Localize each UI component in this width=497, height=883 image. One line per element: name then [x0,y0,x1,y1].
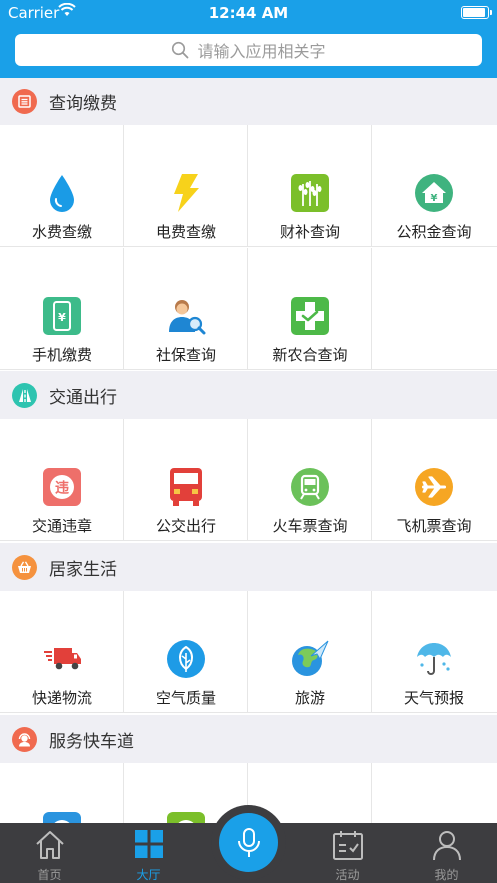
section-header-query-pay: 查询缴费 [0,78,497,125]
section-header-transport: 交通出行 [0,372,497,419]
app-label: 飞机票查询 [396,517,472,535]
app-label: 新农合查询 [272,346,348,364]
section-title: 居家生活 [49,560,117,580]
section-header-home-life: 居家生活 [0,544,497,591]
tab-activity[interactable]: 活动 [298,823,397,883]
service-app-icon [166,811,206,823]
lightning-icon [166,173,206,213]
globe-plane-icon [290,639,330,679]
search-icon [172,41,189,59]
grid-transport: 违 交通违章 公交出行 火车票查询 飞机票查询 [0,419,497,543]
svg-text:¥: ¥ [431,193,438,204]
user-icon [397,829,496,861]
app-label: 水费查缴 [31,223,92,241]
microphone-icon [237,827,260,857]
svg-text:¥: ¥ [58,311,66,324]
empty-cell [372,248,497,370]
tab-label: 首页 [37,868,62,882]
road-icon [12,383,37,408]
train-icon [290,467,330,507]
app-label: 旅游 [294,689,325,707]
app-label: 快递物流 [31,689,92,707]
calendar-icon [298,829,397,861]
search-placeholder: 请输入应用相关字 [197,42,326,61]
section-title: 查询缴费 [49,94,117,114]
clock: 12:44 AM [208,4,289,22]
status-bar: Carrier 12:44 AM [0,0,497,26]
app-label: 交通违章 [31,517,92,535]
house-fund-icon: ¥ [414,173,454,213]
wheat-icon [290,173,330,213]
delivery-truck-icon [42,639,82,679]
grid-query-pay: 水费查缴 电费查缴 财补查询 ¥ 公积金查询 ¥ 手机缴费 社保查询 新农合查询 [0,125,497,371]
app-finance-subsidy[interactable]: 财补查询 [248,125,372,247]
app-label: 电费查缴 [155,223,216,241]
tab-label: 我的 [434,868,459,882]
app-water-fee[interactable]: 水费查缴 [0,125,124,247]
app-housing-fund[interactable]: ¥ 公积金查询 [372,125,497,247]
section-title: 交通出行 [49,388,117,408]
phone-yuan-icon: ¥ [42,296,82,336]
app-label: 空气质量 [155,689,216,707]
voice-search-button[interactable] [219,813,278,872]
app-service-partial[interactable] [0,763,124,823]
app-label: 社保查询 [155,346,216,364]
app-mobile-pay[interactable]: ¥ 手机缴费 [0,248,124,370]
app-label: 天气预报 [403,689,464,707]
app-social-security[interactable]: 社保查询 [124,248,248,370]
water-drop-icon [42,173,82,213]
plane-icon [414,467,454,507]
app-label: 公交出行 [155,517,216,535]
top-bar: Carrier 12:44 AM 请输入应用相关字 [0,0,497,78]
app-rural-medical[interactable]: 新农合查询 [248,248,372,370]
app-label: 手机缴费 [31,346,92,364]
umbrella-icon [414,639,454,679]
app-travel[interactable]: 旅游 [248,591,372,713]
list-icon [12,89,37,114]
tab-label: 活动 [335,868,360,882]
app-flight-ticket[interactable]: 飞机票查询 [372,419,497,541]
app-bus[interactable]: 公交出行 [124,419,248,541]
app-weather[interactable]: 天气预报 [372,591,497,713]
app-express-logistics[interactable]: 快递物流 [0,591,124,713]
tab-home[interactable]: 首页 [0,823,99,883]
app-label: 火车票查询 [272,517,348,535]
leaf-icon [166,639,206,679]
app-traffic-violation[interactable]: 违 交通违章 [0,419,124,541]
app-label: 财补查询 [279,223,340,241]
app-air-quality[interactable]: 空气质量 [124,591,248,713]
basket-icon [12,555,37,580]
tab-hall[interactable]: 大厅 [99,823,198,883]
support-agent-icon [12,727,37,752]
app-electric-fee[interactable]: 电费查缴 [124,125,248,247]
section-header-service-lane: 服务快车道 [0,716,497,763]
app-label: 公积金查询 [396,223,472,241]
person-search-icon [166,296,206,336]
violation-icon: 违 [42,467,82,507]
empty-cell [372,763,497,823]
battery-icon [461,6,492,19]
tab-label: 大厅 [136,868,161,882]
medical-cross-icon [290,296,330,336]
section-title: 服务快车道 [49,732,134,752]
svg-text:违: 违 [55,480,69,497]
service-app-icon [42,811,82,823]
grid-home-life: 快递物流 空气质量 旅游 天气预报 [0,591,497,715]
search-input[interactable]: 请输入应用相关字 [15,34,482,66]
tab-mine[interactable]: 我的 [397,823,496,883]
app-train-ticket[interactable]: 火车票查询 [248,419,372,541]
home-icon [0,829,99,861]
bus-icon [166,467,206,507]
grid-icon [99,829,198,859]
